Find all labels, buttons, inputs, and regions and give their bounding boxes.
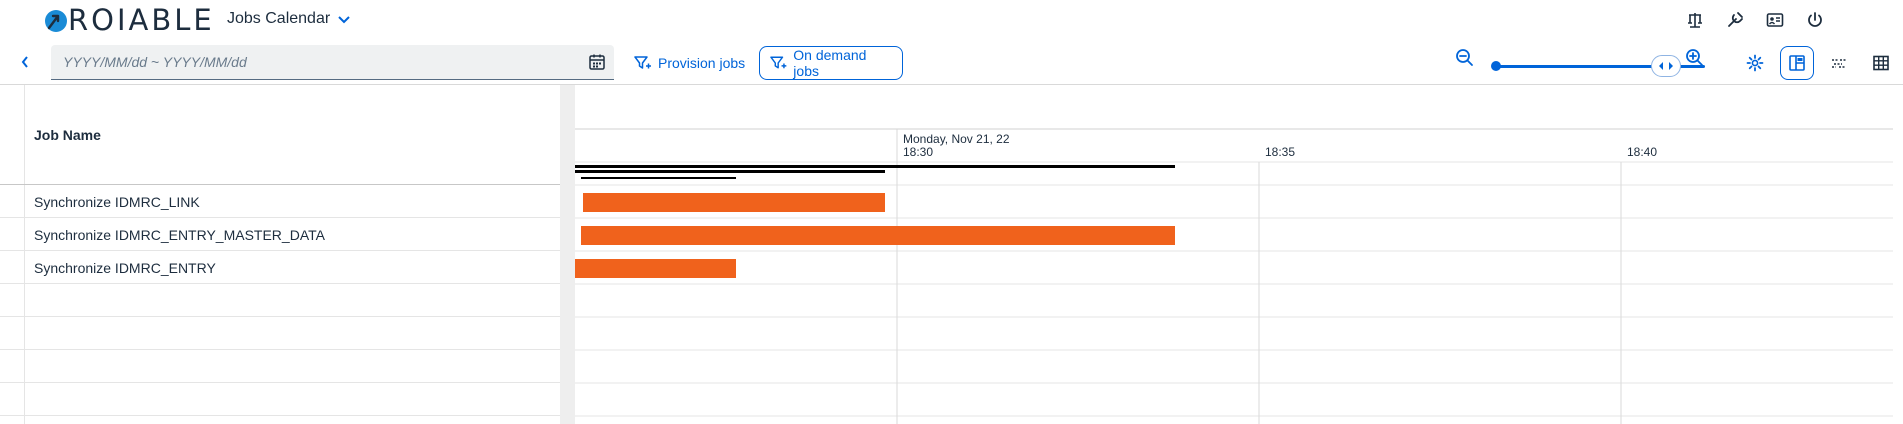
id-card-icon[interactable] — [1761, 7, 1789, 33]
app-title: Jobs Calendar — [227, 10, 331, 27]
table-row[interactable]: Synchronize IDMRC_LINK — [0, 185, 560, 218]
power-icon[interactable] — [1801, 7, 1829, 33]
shell-bar: ROIABLE Jobs Calendar — [0, 0, 1903, 40]
app-title-menu[interactable]: Jobs Calendar — [227, 10, 350, 28]
zoom-slider-handle[interactable] — [1651, 55, 1681, 77]
gantt-time-label: 18:30 — [903, 145, 934, 159]
job-table-header: Job Name — [0, 85, 560, 185]
table-row[interactable]: Synchronize IDMRC_ENTRY_MASTER_DATA — [0, 218, 560, 251]
chevron-down-icon — [338, 16, 350, 24]
gantt-time-label: 18:35 — [1265, 145, 1296, 159]
zoom-in-icon[interactable] — [1685, 48, 1705, 73]
filter-add-icon — [770, 56, 787, 69]
gantt-view-icon[interactable] — [1780, 46, 1814, 80]
on-demand-jobs-button[interactable]: On demand jobs — [759, 46, 903, 80]
column-header-job-name[interactable]: Job Name — [34, 127, 101, 143]
table-row — [0, 284, 560, 317]
on-demand-jobs-label: On demand jobs — [793, 47, 867, 79]
tools-icon[interactable] — [1721, 7, 1749, 33]
table-row — [0, 383, 560, 416]
job-name-cell: Synchronize IDMRC_ENTRY_MASTER_DATA — [34, 227, 325, 243]
gantt-time-label: 18:40 — [1627, 145, 1658, 159]
job-table: Job Name Synchronize IDMRC_LINK Synchron… — [0, 85, 560, 424]
balance-scale-icon[interactable] — [1681, 7, 1709, 33]
chevron-left-icon — [21, 56, 28, 68]
calendar-icon[interactable] — [588, 53, 606, 76]
date-range-field — [51, 45, 614, 80]
gantt-bar-idmrc-entry[interactable] — [575, 259, 736, 278]
provision-jobs-button[interactable]: Provision jobs — [623, 46, 757, 80]
zoom-control — [1455, 46, 1715, 80]
job-name-cell: Synchronize IDMRC_ENTRY — [34, 260, 216, 276]
logo-mark-icon — [44, 6, 72, 34]
back-button[interactable] — [14, 50, 36, 74]
panel-splitter[interactable] — [560, 85, 575, 424]
gantt-bar-idmrc-link[interactable] — [583, 193, 885, 212]
table-row — [0, 317, 560, 350]
gantt-summary-bar — [581, 177, 736, 179]
gantt-chart: Monday, Nov 21, 22 18:30 18:35 18:40 — [575, 85, 1893, 424]
gantt-summary-bar — [575, 170, 885, 173]
job-name-cell: Synchronize IDMRC_LINK — [34, 194, 200, 210]
table-row[interactable]: Synchronize IDMRC_ENTRY — [0, 251, 560, 284]
logo[interactable]: ROIABLE — [44, 2, 215, 38]
timeline-view-icon[interactable] — [1822, 46, 1856, 80]
resize-handle-icon — [1659, 62, 1673, 70]
provision-jobs-label: Provision jobs — [658, 55, 746, 71]
zoom-slider-min-dot — [1491, 61, 1501, 71]
filter-add-icon — [634, 56, 651, 69]
logo-text: ROIABLE — [68, 3, 215, 37]
table-row — [0, 350, 560, 383]
zoom-out-icon[interactable] — [1455, 48, 1475, 73]
date-range-input[interactable] — [51, 54, 571, 70]
gantt-day-label: Monday, Nov 21, 22 — [903, 132, 1010, 146]
toolbar: Provision jobs On demand jobs — [0, 40, 1903, 85]
gantt-canvas — [575, 128, 1893, 424]
settings-icon[interactable] — [1738, 46, 1772, 80]
table-view-icon[interactable] — [1864, 46, 1898, 80]
gantt-summary-bar — [575, 165, 1175, 168]
gantt-bar-idmrc-entry-master-data[interactable] — [581, 226, 1175, 245]
